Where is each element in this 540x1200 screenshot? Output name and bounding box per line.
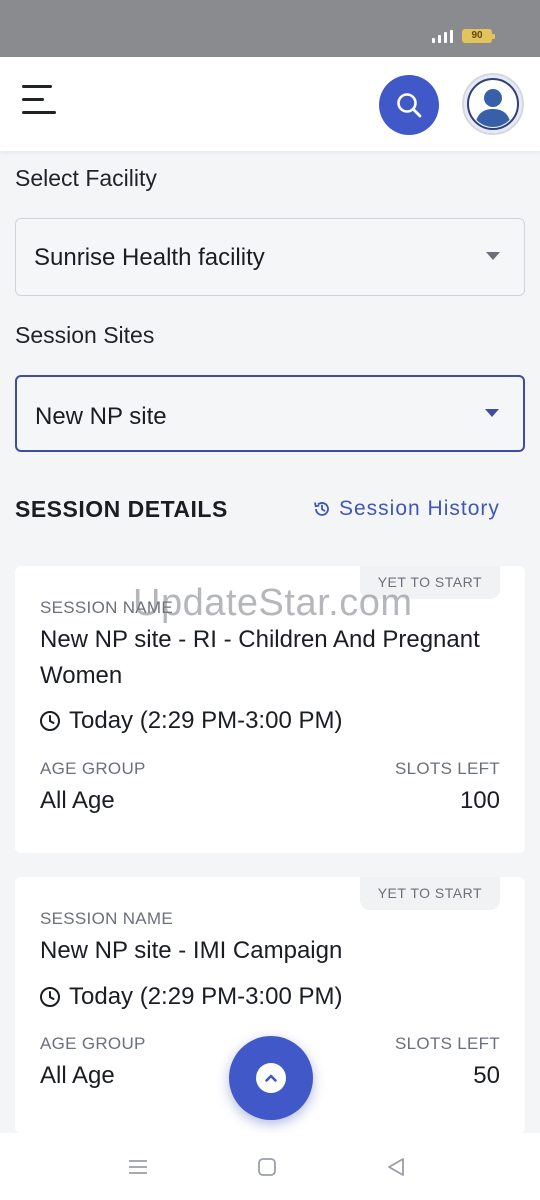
home-button[interactable] xyxy=(255,1155,279,1179)
dropdown-caret-icon xyxy=(486,252,500,260)
age-group-value: All Age xyxy=(40,787,115,814)
session-card[interactable]: YET TO START SESSION NAME New NP site - … xyxy=(15,566,525,853)
system-nav-bar xyxy=(0,1133,540,1200)
back-button[interactable] xyxy=(384,1155,408,1179)
slots-left-caption: SLOTS LEFT xyxy=(394,759,500,778)
session-sites-select[interactable]: New NP site xyxy=(15,375,525,452)
slots-left-value: 100 xyxy=(459,787,500,814)
session-time: Today (2:29 PM-3:00 PM) xyxy=(39,707,342,735)
session-history-label: Session History xyxy=(339,497,500,520)
age-group-caption: AGE GROUP xyxy=(40,759,146,778)
session-time-label: Today (2:29 PM-3:00 PM) xyxy=(69,707,343,734)
slots-left-caption: SLOTS LEFT xyxy=(394,1034,500,1053)
age-group-value: All Age xyxy=(40,1062,115,1089)
battery-indicator: 90 xyxy=(462,29,495,43)
session-name-caption: SESSION NAME xyxy=(40,909,174,928)
facility-select[interactable]: Sunrise Health facility xyxy=(15,218,525,296)
status-badge: YET TO START xyxy=(359,566,500,599)
search-icon xyxy=(397,93,422,118)
app-header xyxy=(0,57,540,151)
session-sites-select-value: New NP site xyxy=(35,403,167,430)
session-time: Today (2:29 PM-3:00 PM) xyxy=(39,983,342,1011)
hamburger-menu-icon[interactable] xyxy=(22,85,56,115)
session-time-label: Today (2:29 PM-3:00 PM) xyxy=(69,983,343,1010)
facility-label: Select Facility xyxy=(15,165,157,191)
session-sites-label: Session Sites xyxy=(15,322,155,348)
signal-icon xyxy=(432,30,454,43)
clock-icon xyxy=(40,987,60,1007)
status-badge: YET TO START xyxy=(359,877,500,910)
user-avatar-icon xyxy=(467,78,519,130)
slots-left-value: 50 xyxy=(473,1062,500,1089)
dropdown-caret-icon xyxy=(485,409,499,417)
session-name: New NP site - RI - Children And Pregnant… xyxy=(40,626,480,689)
user-avatar-button[interactable] xyxy=(462,73,524,135)
session-name-caption: SESSION NAME xyxy=(40,598,174,617)
session-name: New NP site - IMI Campaign xyxy=(40,937,343,964)
clock-icon xyxy=(40,711,60,731)
scroll-to-top-button[interactable] xyxy=(229,1036,313,1120)
status-bar: 90 xyxy=(0,0,540,57)
back-icon xyxy=(388,1158,404,1176)
recents-button[interactable] xyxy=(126,1155,150,1179)
recents-icon xyxy=(129,1160,147,1174)
session-details-title: SESSION DETAILS xyxy=(15,496,228,522)
chevron-up-icon xyxy=(265,1074,277,1082)
facility-select-value: Sunrise Health facility xyxy=(34,244,265,271)
age-group-caption: AGE GROUP xyxy=(40,1034,146,1053)
home-icon xyxy=(258,1158,276,1176)
search-button[interactable] xyxy=(379,75,439,135)
session-history-link[interactable]: Session History xyxy=(313,497,500,521)
history-icon xyxy=(314,502,329,516)
